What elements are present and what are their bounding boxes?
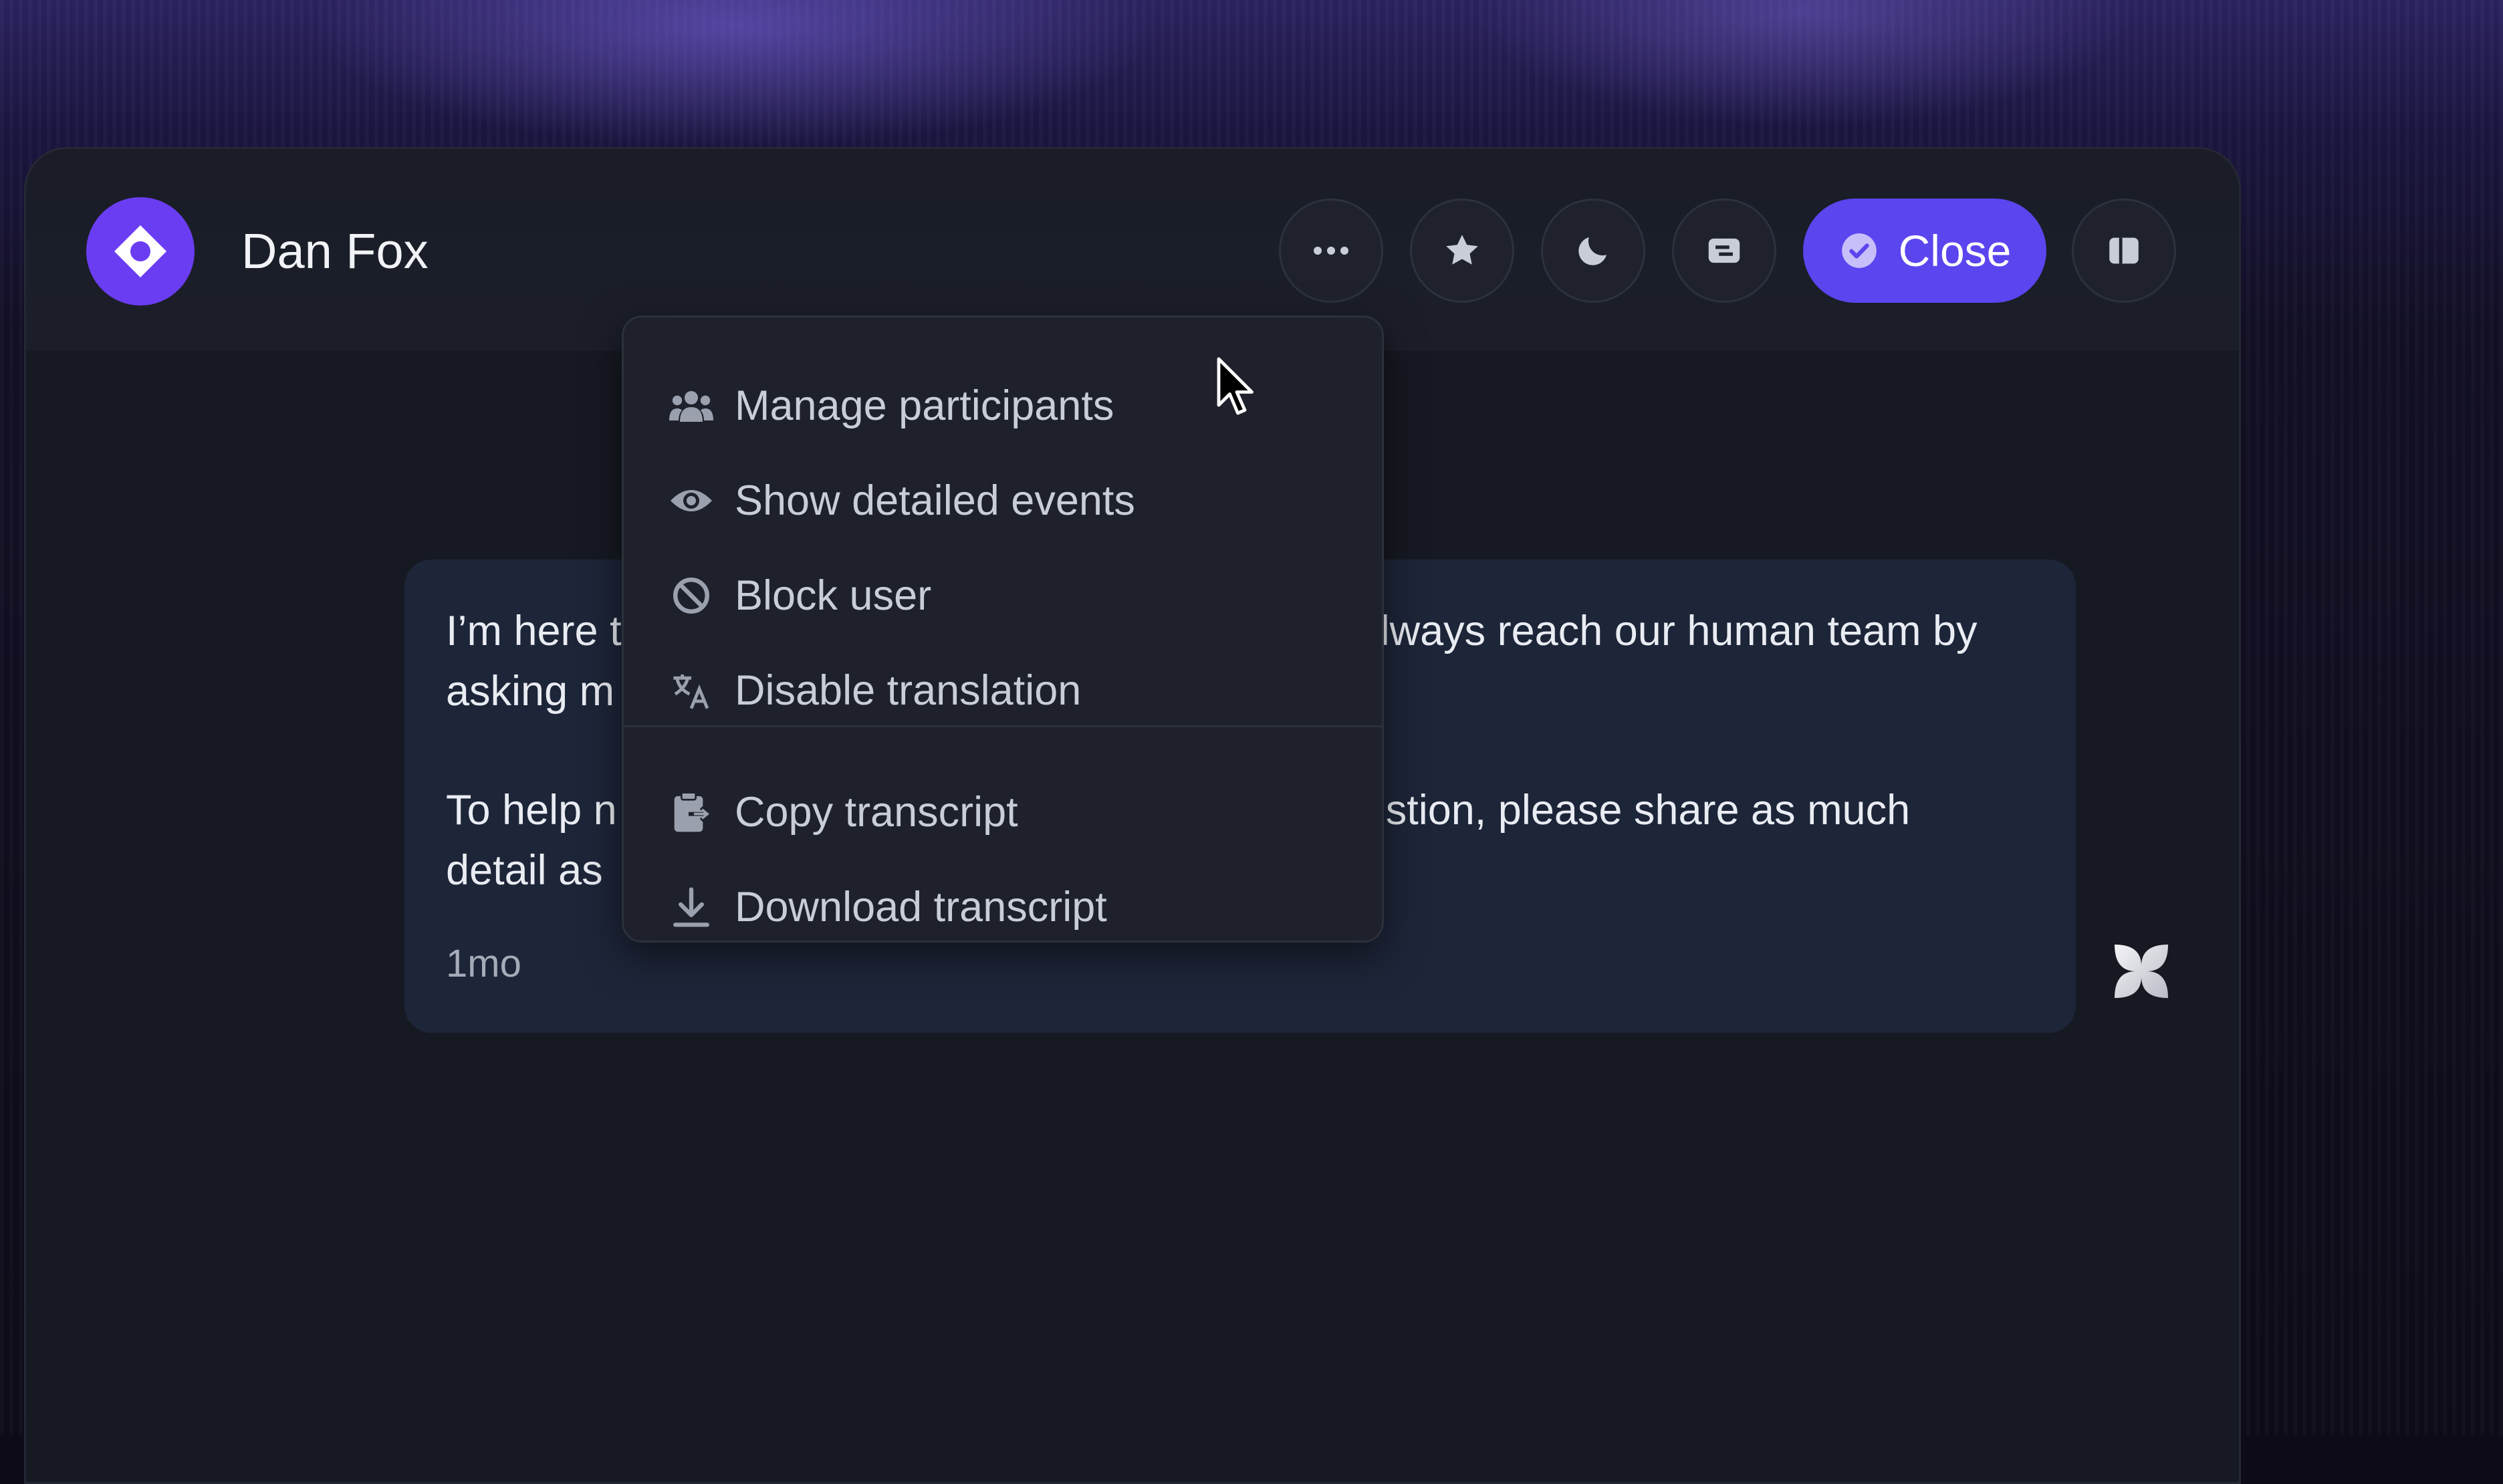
message-timestamp: 1mo <box>446 942 521 985</box>
menu-item-download-transcript[interactable]: Download transcript <box>624 867 1382 947</box>
menu-divider <box>624 725 1382 727</box>
mouse-cursor-icon <box>1217 357 1254 415</box>
message-summary-icon <box>1708 238 1740 263</box>
download-icon <box>668 884 715 931</box>
contact-name: Dan Fox <box>241 223 429 279</box>
toggle-sidebar-button[interactable] <box>2072 199 2176 303</box>
menu-item-manage-participants[interactable]: Manage participants <box>624 366 1382 446</box>
menu-item-copy-transcript[interactable]: Copy transcript <box>624 772 1382 852</box>
moon-icon <box>1578 237 1606 265</box>
star-button[interactable] <box>1410 199 1514 303</box>
people-icon <box>668 382 715 429</box>
snooze-button[interactable] <box>1541 199 1645 303</box>
close-label: Close <box>1898 226 2012 275</box>
clipboard-icon <box>668 789 715 836</box>
more-options-menu: Manage participants Show detailed events… <box>622 316 1384 943</box>
brand-logo-icon <box>86 197 195 305</box>
close-conversation-button[interactable]: Close <box>1803 199 2046 303</box>
more-options-button[interactable] <box>1279 199 1383 303</box>
bot-avatar-icon <box>2115 945 2168 998</box>
sidebar-icon <box>2109 237 2139 264</box>
check-circle-icon <box>1841 233 1877 268</box>
star-icon <box>1446 235 1478 265</box>
block-icon <box>668 572 715 619</box>
menu-item-block-user[interactable]: Block user <box>624 555 1382 636</box>
more-icon <box>1314 247 1348 255</box>
menu-item-disable-translation[interactable]: Disable translation <box>624 650 1382 731</box>
eye-icon <box>668 477 715 524</box>
menu-item-show-detailed-events[interactable]: Show detailed events <box>624 461 1382 541</box>
translate-icon <box>668 667 715 714</box>
summary-button[interactable] <box>1672 199 1776 303</box>
